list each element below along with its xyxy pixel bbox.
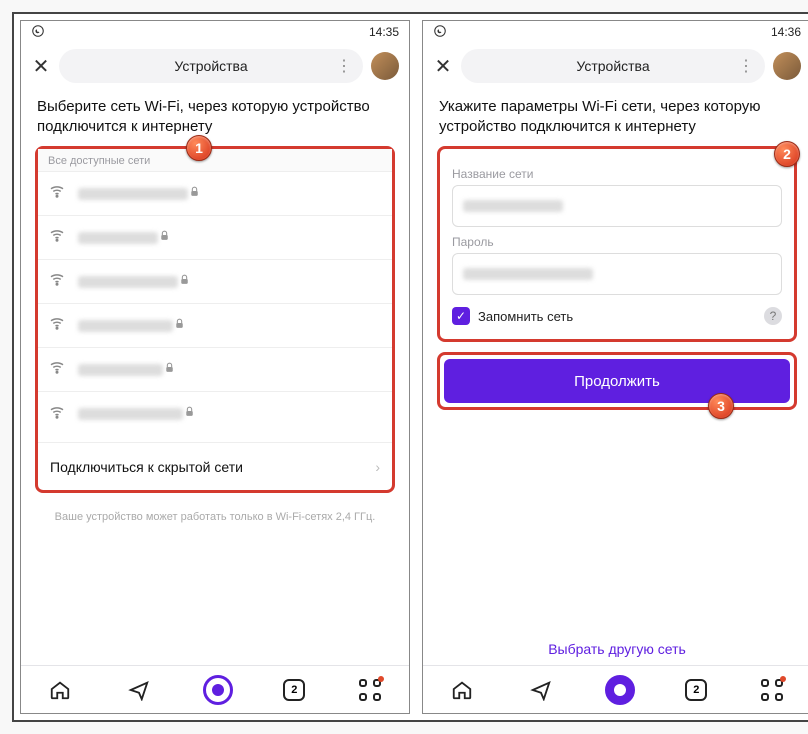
page-heading: Укажите параметры Wi-Fi сети, через кото…: [437, 89, 797, 146]
bottom-nav: 2: [21, 665, 409, 713]
hidden-network-label: Подключиться к скрытой сети: [50, 459, 243, 475]
home-icon[interactable]: [448, 676, 476, 704]
close-icon[interactable]: ✕: [433, 54, 453, 79]
network-row[interactable]: [38, 392, 392, 436]
apps-icon[interactable]: [758, 676, 786, 704]
network-row[interactable]: [38, 260, 392, 304]
status-bar: 14:35: [21, 21, 409, 43]
apps-icon[interactable]: [356, 676, 384, 704]
phone-screen-2: 14:36 ✕ Устройства ⋮ Укажите параметры W…: [422, 20, 808, 714]
whatsapp-icon: [433, 24, 447, 41]
lock-icon: [188, 185, 201, 203]
phone-screen-1: 14:35 ✕ Устройства ⋮ Выберите сеть Wi-Fi…: [20, 20, 410, 714]
wifi-icon: [48, 182, 66, 205]
alice-icon[interactable]: [203, 675, 233, 705]
lock-icon: [173, 317, 186, 335]
network-name: [78, 364, 163, 376]
app-header: ✕ Устройства ⋮: [21, 43, 409, 89]
step-badge-1: 1: [186, 135, 212, 161]
wifi-icon: [48, 358, 66, 381]
content-area: Укажите параметры Wi-Fi сети, через кото…: [423, 89, 808, 713]
network-row[interactable]: [38, 172, 392, 216]
header-pill[interactable]: Устройства ⋮: [461, 49, 765, 83]
app-header: ✕ Устройства ⋮: [423, 43, 808, 89]
screenshot-pair: 14:35 ✕ Устройства ⋮ Выберите сеть Wi-Fi…: [12, 12, 808, 722]
wifi-icon: [48, 270, 66, 293]
status-bar: 14:36: [423, 21, 808, 43]
tabs-count[interactable]: 2: [283, 679, 305, 701]
remember-label: Запомнить сеть: [478, 309, 573, 324]
wifi-icon: [48, 226, 66, 249]
hidden-network-row[interactable]: Подключиться к скрытой сети ›: [38, 442, 392, 490]
network-name-label: Название сети: [452, 167, 782, 181]
more-icon[interactable]: ⋮: [336, 56, 351, 76]
wifi-icon: [48, 314, 66, 337]
network-row[interactable]: [38, 216, 392, 260]
whatsapp-icon: [31, 24, 45, 41]
lock-icon: [178, 273, 191, 291]
step-badge-2: 2: [774, 141, 800, 167]
header-title: Устройства: [174, 58, 247, 74]
clock: 14:36: [771, 25, 801, 39]
remember-row: ✓ Запомнить сеть ?: [452, 307, 782, 325]
network-row[interactable]: [38, 304, 392, 348]
header-title: Устройства: [576, 58, 649, 74]
cta-panel: Продолжить 3: [437, 352, 797, 410]
bottom-nav: 2: [423, 665, 808, 713]
avatar[interactable]: [371, 52, 399, 80]
avatar[interactable]: [773, 52, 801, 80]
network-name: [78, 320, 173, 332]
wifi-icon: [48, 403, 66, 426]
network-row[interactable]: [38, 348, 392, 392]
network-name: [78, 408, 183, 420]
password-field[interactable]: [452, 253, 782, 295]
step-badge-3: 3: [708, 393, 734, 419]
network-name: [78, 188, 188, 200]
network-list: [38, 172, 392, 436]
alice-icon[interactable]: [605, 675, 635, 705]
networks-panel: 1 Все доступные сети Подключиться к скры…: [35, 146, 395, 493]
network-name-field[interactable]: [452, 185, 782, 227]
network-name: [78, 276, 178, 288]
tabs-count[interactable]: 2: [685, 679, 707, 701]
more-icon[interactable]: ⋮: [738, 56, 753, 76]
home-icon[interactable]: [46, 676, 74, 704]
header-pill[interactable]: Устройства ⋮: [59, 49, 363, 83]
clock: 14:35: [369, 25, 399, 39]
network-name-value: [463, 200, 563, 212]
help-icon[interactable]: ?: [764, 307, 782, 325]
list-header: Все доступные сети: [38, 149, 392, 172]
footnote: Ваше устройство может работать только в …: [35, 493, 395, 559]
lock-icon: [163, 361, 176, 379]
page-heading: Выберите сеть Wi-Fi, через которую устро…: [35, 89, 395, 146]
password-value: [463, 268, 593, 280]
remember-checkbox[interactable]: ✓: [452, 307, 470, 325]
continue-button[interactable]: Продолжить: [444, 359, 790, 403]
chevron-right-icon: ›: [375, 459, 380, 475]
network-name: [78, 232, 158, 244]
password-label: Пароль: [452, 235, 782, 249]
lock-icon: [183, 405, 196, 423]
send-icon[interactable]: [527, 676, 555, 704]
wifi-form: 2 Название сети Пароль ✓ Запомнить сеть …: [437, 146, 797, 342]
content-area: Выберите сеть Wi-Fi, через которую устро…: [21, 89, 409, 713]
close-icon[interactable]: ✕: [31, 54, 51, 79]
send-icon[interactable]: [125, 676, 153, 704]
lock-icon: [158, 229, 171, 247]
